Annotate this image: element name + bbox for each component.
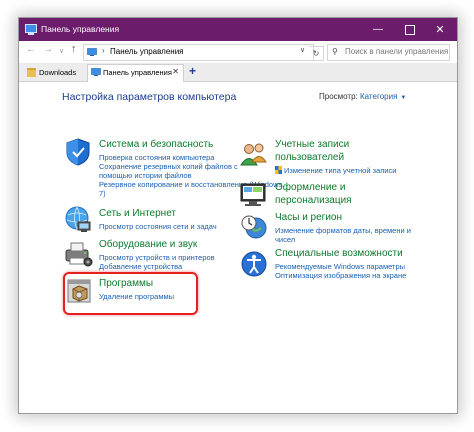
close-button[interactable]: ✕ — [425, 18, 455, 41]
link-file-history-backup-line2[interactable]: помощью истории файлов — [99, 171, 192, 180]
uac-shield-icon — [275, 166, 282, 174]
tab-downloads[interactable]: Downloads — [24, 65, 86, 81]
control-panel-icon — [25, 24, 37, 35]
maximize-button[interactable] — [395, 18, 425, 41]
window-title: Панель управления — [41, 24, 120, 34]
refresh-button[interactable]: ↻ — [309, 46, 324, 61]
programs-highlight-frame — [63, 272, 198, 315]
link-recommended-settings[interactable]: Рекомендуемые Windows параметры — [275, 262, 405, 271]
page-title: Настройка параметров компьютера — [62, 91, 237, 103]
printer-icon[interactable] — [63, 238, 93, 268]
clock-globe-icon[interactable] — [239, 212, 269, 242]
category-clock-region[interactable]: Часы и регион — [275, 212, 342, 223]
link-backup-restore-line2[interactable]: 7) — [99, 189, 106, 198]
close-icon: ✕ — [435, 24, 445, 36]
dropdown-arrow-icon: ▼ — [400, 95, 407, 101]
search-placeholder: Поиск в панели управления — [345, 47, 449, 56]
tab-bar: Downloads Панель управления ✕ + — [19, 63, 457, 82]
link-devices-printers[interactable]: Просмотр устройств и принтеров — [99, 253, 215, 262]
view-by-select[interactable]: Категория ▼ — [360, 92, 406, 101]
link-change-account-type[interactable]: Изменение типа учетной записи — [284, 166, 396, 175]
recent-locations-button[interactable]: ∨ — [59, 47, 64, 55]
shield-icon[interactable] — [63, 137, 93, 167]
control-panel-window: Панель управления — ✕ ← → ∨ ↑ › Панель у… — [18, 17, 458, 414]
up-button[interactable]: ↑ — [71, 43, 77, 55]
main-content: Настройка параметров компьютера Просмотр… — [19, 82, 457, 413]
navigation-bar: ← → ∨ ↑ › Панель управления ∨ ↻ ⚲ Поиск … — [19, 41, 457, 64]
tab-label: Downloads — [39, 68, 77, 77]
view-by-label: Просмотр: — [319, 92, 358, 101]
back-button[interactable]: ← — [26, 44, 36, 55]
users-icon[interactable] — [239, 140, 269, 170]
control-panel-icon — [87, 48, 97, 56]
link-optimize-display[interactable]: Оптимизация изображения на экране — [275, 271, 406, 280]
link-file-history-backup[interactable]: Сохранение резервных копий файлов с — [99, 162, 238, 171]
address-bar[interactable]: › Панель управления ∨ — [83, 44, 314, 61]
link-check-computer-status[interactable]: Проверка состояния компьютера — [99, 153, 214, 162]
address-dropdown-icon[interactable]: ∨ — [300, 46, 305, 54]
control-panel-icon — [91, 68, 101, 76]
accessibility-icon[interactable] — [239, 249, 269, 279]
minimize-button[interactable]: — — [363, 18, 393, 41]
breadcrumb-separator: › — [102, 46, 105, 55]
forward-button[interactable]: → — [43, 44, 53, 55]
category-appearance-line2[interactable]: персонализация — [275, 195, 352, 206]
category-appearance[interactable]: Оформление и — [275, 182, 345, 193]
breadcrumb[interactable]: Панель управления — [110, 47, 184, 56]
network-icon[interactable] — [63, 205, 93, 235]
new-tab-button[interactable]: + — [189, 64, 196, 78]
folder-icon — [27, 68, 36, 77]
link-add-device[interactable]: Добавление устройства — [99, 262, 182, 271]
link-change-date-formats-line2[interactable]: чисел — [275, 235, 295, 244]
tab-close-icon[interactable]: ✕ — [172, 67, 179, 76]
tab-control-panel[interactable]: Панель управления ✕ — [87, 64, 184, 82]
category-user-accounts[interactable]: Учетные записи — [275, 139, 349, 150]
view-by-value: Категория — [360, 92, 398, 101]
category-ease-of-access[interactable]: Специальные возможности — [275, 248, 403, 259]
link-change-date-formats[interactable]: Изменение форматов даты, времени и — [275, 226, 411, 235]
monitor-icon[interactable] — [239, 180, 269, 210]
category-network-internet[interactable]: Сеть и Интернет — [99, 208, 176, 219]
category-hardware-sound[interactable]: Оборудование и звук — [99, 239, 197, 250]
link-network-status[interactable]: Просмотр состояния сети и задач — [99, 222, 217, 231]
title-bar[interactable]: Панель управления — ✕ — [19, 18, 457, 41]
category-system-security[interactable]: Система и безопасность — [99, 139, 213, 150]
minimize-icon: — — [373, 24, 383, 35]
category-user-accounts-line2[interactable]: пользователей — [275, 152, 344, 163]
search-input[interactable]: ⚲ Поиск в панели управления — [327, 44, 450, 61]
maximize-icon — [405, 24, 415, 35]
tab-label: Панель управления — [103, 68, 172, 77]
refresh-icon: ↻ — [312, 49, 320, 58]
search-icon: ⚲ — [332, 47, 338, 56]
